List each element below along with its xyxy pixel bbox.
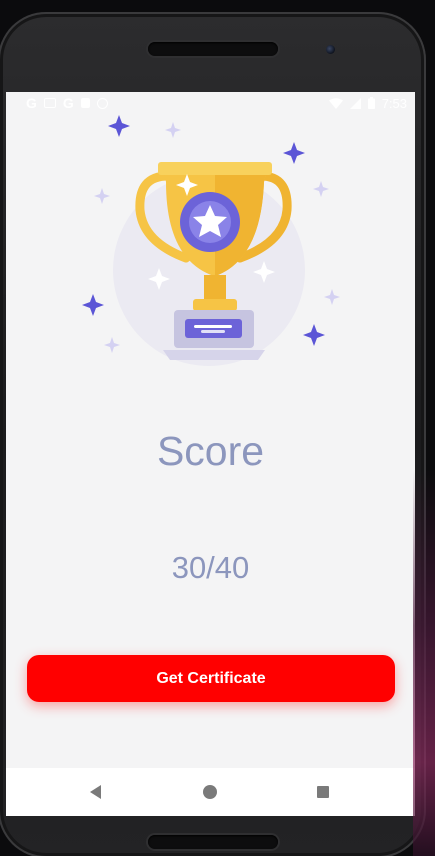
trophy-illustration [82,115,340,366]
sparkle-icon [108,115,130,137]
phone-frame: G G 7:53 Score 30/40 Get Certificate [0,12,426,856]
sparkle-icon [104,337,120,353]
sparkle-icon [313,181,329,197]
app-screen: G G 7:53 Score 30/40 Get Certificate [6,92,415,816]
sparkle-icon [283,142,305,164]
sparkle-icon [165,122,181,138]
navigation-bar [6,768,415,816]
score-heading: Score [156,428,265,474]
recents-icon[interactable] [317,786,329,798]
front-camera [326,45,335,54]
sparkle-icon [82,294,104,316]
sparkle-icon [324,289,340,305]
home-icon[interactable] [203,785,217,799]
back-icon[interactable] [90,785,101,799]
background-glow [413,470,435,856]
top-speaker [148,42,278,56]
device-stage: G G 7:53 Score 30/40 Get Certificate [0,0,435,856]
bottom-speaker [148,835,278,849]
score-value: 30/40 [171,550,250,585]
get-certificate-button[interactable]: Get Certificate [27,655,395,702]
sparkle-icon [94,188,110,204]
sparkle-icon [303,324,325,346]
